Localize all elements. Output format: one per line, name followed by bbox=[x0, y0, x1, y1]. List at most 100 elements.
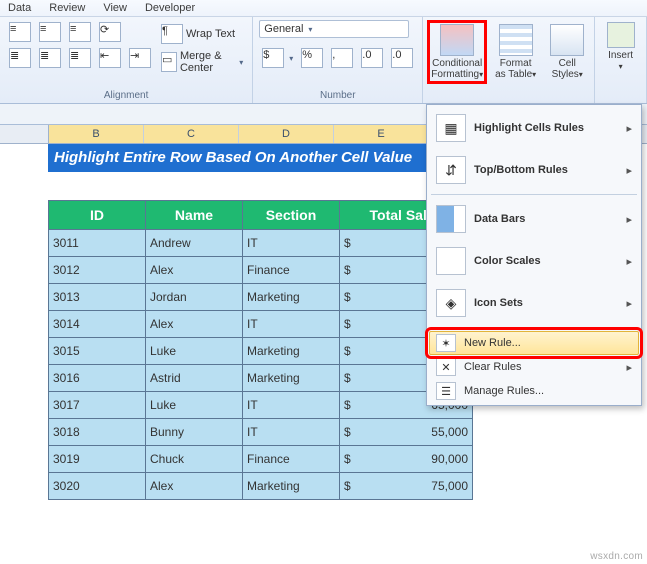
insert-icon bbox=[607, 22, 635, 48]
cell-name[interactable]: Astrid bbox=[146, 365, 243, 392]
orientation-icon[interactable]: ⟳ bbox=[96, 20, 124, 44]
menu-label: Clear Rules bbox=[464, 361, 521, 373]
cell-section[interactable]: IT bbox=[243, 311, 340, 338]
cell-id[interactable]: 3014 bbox=[49, 311, 146, 338]
cell-id[interactable]: 3017 bbox=[49, 392, 146, 419]
top-bottom-icon: ⇵ bbox=[436, 156, 466, 184]
table-header-row: ID Name Section Total Sales bbox=[49, 201, 473, 230]
align-middle-icon[interactable]: ≡ bbox=[36, 20, 64, 44]
cell-styles-button[interactable]: CellStyles▾ bbox=[546, 22, 588, 82]
menu-label: New Rule... bbox=[464, 337, 521, 349]
cell-id[interactable]: 3018 bbox=[49, 419, 146, 446]
cell-id[interactable]: 3020 bbox=[49, 473, 146, 500]
align-left-icon[interactable]: ≣ bbox=[6, 46, 34, 70]
number-format-label: General bbox=[264, 23, 303, 35]
manage-rules-icon: ☰ bbox=[436, 382, 456, 400]
group-title-number: Number bbox=[259, 89, 416, 103]
select-all-corner[interactable] bbox=[0, 125, 49, 143]
cell-id[interactable]: 3016 bbox=[49, 365, 146, 392]
table-row[interactable]: 3019ChuckFinance$90,000 bbox=[49, 446, 473, 473]
menu-clear-rules[interactable]: ✕ Clear Rules ▸ bbox=[429, 355, 639, 379]
menu-icon-sets[interactable]: ◈ Icon Sets ▸ bbox=[429, 282, 639, 324]
menu-highlight-cells-rules[interactable]: ▦ Highlight Cells Rules ▸ bbox=[429, 107, 639, 149]
cell-id[interactable]: 3013 bbox=[49, 284, 146, 311]
table-row[interactable]: 3011AndrewIT$ bbox=[49, 230, 473, 257]
format-as-table-icon bbox=[499, 24, 533, 56]
submenu-arrow-icon: ▸ bbox=[626, 297, 632, 310]
menu-label: Manage Rules... bbox=[464, 385, 544, 397]
ribbon: ≡ ≡ ≡ ⟳ ≣ ≣ ≣ ⇤ ⇥ ¶Wrap Text ▭Me bbox=[0, 17, 647, 104]
tab-review[interactable]: Review bbox=[49, 2, 85, 14]
cell-id[interactable]: 3015 bbox=[49, 338, 146, 365]
col-header-c[interactable]: C bbox=[144, 125, 239, 143]
cell-id[interactable]: 3011 bbox=[49, 230, 146, 257]
color-scales-icon bbox=[436, 247, 466, 275]
comma-icon[interactable]: , bbox=[328, 46, 356, 70]
menu-manage-rules[interactable]: ☰ Manage Rules... bbox=[429, 379, 639, 403]
align-center-icon[interactable]: ≣ bbox=[36, 46, 64, 70]
cell-section[interactable]: IT bbox=[243, 230, 340, 257]
cell-id[interactable]: 3012 bbox=[49, 257, 146, 284]
cell-sales[interactable]: $75,000 bbox=[340, 473, 473, 500]
table-row[interactable]: 3014AlexIT$ bbox=[49, 311, 473, 338]
table-row[interactable]: 3018BunnyIT$55,000 bbox=[49, 419, 473, 446]
merge-center-label: Merge & Center bbox=[180, 50, 234, 74]
conditional-formatting-button[interactable]: ConditionalFormatting▾ bbox=[429, 22, 485, 82]
cell-section[interactable]: Marketing bbox=[243, 284, 340, 311]
table-row[interactable]: 3016AstridMarketing$80,000 bbox=[49, 365, 473, 392]
menu-new-rule[interactable]: ✶ New Rule... bbox=[429, 331, 639, 355]
menu-top-bottom-rules[interactable]: ⇵ Top/Bottom Rules ▸ bbox=[429, 149, 639, 191]
menu-data-bars[interactable]: Data Bars ▸ bbox=[429, 198, 639, 240]
number-format-dropdown[interactable]: General bbox=[259, 20, 409, 38]
col-header-e[interactable]: E bbox=[334, 125, 429, 143]
cell-section[interactable]: Finance bbox=[243, 446, 340, 473]
table-row[interactable]: 3012AlexFinance$ bbox=[49, 257, 473, 284]
cell-name[interactable]: Luke bbox=[146, 392, 243, 419]
wrap-text-button[interactable]: ¶Wrap Text bbox=[158, 22, 246, 46]
cell-id[interactable]: 3019 bbox=[49, 446, 146, 473]
cell-section[interactable]: IT bbox=[243, 392, 340, 419]
col-header-d[interactable]: D bbox=[239, 125, 334, 143]
data-bars-icon bbox=[436, 205, 466, 233]
tab-developer[interactable]: Developer bbox=[145, 2, 195, 14]
increase-indent-icon[interactable]: ⇥ bbox=[126, 46, 154, 70]
cell-section[interactable]: IT bbox=[243, 419, 340, 446]
cell-section[interactable]: Marketing bbox=[243, 338, 340, 365]
cell-section[interactable]: Marketing bbox=[243, 365, 340, 392]
merge-center-button[interactable]: ▭Merge & Center bbox=[158, 48, 246, 76]
currency-icon[interactable]: $ bbox=[259, 46, 296, 70]
cell-name[interactable]: Alex bbox=[146, 311, 243, 338]
increase-decimal-icon[interactable]: .0 bbox=[358, 46, 386, 70]
menu-color-scales[interactable]: Color Scales ▸ bbox=[429, 240, 639, 282]
cell-name[interactable]: Chuck bbox=[146, 446, 243, 473]
cell-section[interactable]: Marketing bbox=[243, 473, 340, 500]
cell-name[interactable]: Bunny bbox=[146, 419, 243, 446]
col-header-b[interactable]: B bbox=[49, 125, 144, 143]
cell-name[interactable]: Jordan bbox=[146, 284, 243, 311]
ribbon-tabs: Data Review View Developer bbox=[0, 0, 647, 17]
wrap-text-label: Wrap Text bbox=[186, 28, 235, 40]
table-row[interactable]: 3020AlexMarketing$75,000 bbox=[49, 473, 473, 500]
tab-view[interactable]: View bbox=[103, 2, 127, 14]
cell-section[interactable]: Finance bbox=[243, 257, 340, 284]
watermark: wsxdn.com bbox=[590, 551, 643, 562]
cell-name[interactable]: Alex bbox=[146, 473, 243, 500]
percent-icon[interactable]: % bbox=[298, 46, 326, 70]
cell-name[interactable]: Alex bbox=[146, 257, 243, 284]
tab-data[interactable]: Data bbox=[8, 2, 31, 14]
cell-name[interactable]: Andrew bbox=[146, 230, 243, 257]
table-row[interactable]: 3017LukeIT$65,000 bbox=[49, 392, 473, 419]
cell-sales[interactable]: $90,000 bbox=[340, 446, 473, 473]
cell-sales[interactable]: $55,000 bbox=[340, 419, 473, 446]
table-row[interactable]: 3015LukeMarketing$ bbox=[49, 338, 473, 365]
table-row[interactable]: 3013JordanMarketing$ bbox=[49, 284, 473, 311]
align-top-icon[interactable]: ≡ bbox=[6, 20, 34, 44]
insert-button[interactable]: Insert▾ bbox=[603, 20, 639, 74]
align-bottom-icon[interactable]: ≡ bbox=[66, 20, 94, 44]
cell-name[interactable]: Luke bbox=[146, 338, 243, 365]
menu-label: Icon Sets bbox=[474, 297, 523, 309]
format-as-table-button[interactable]: Formatas Table▾ bbox=[491, 22, 540, 82]
decrease-decimal-icon[interactable]: .0 bbox=[388, 46, 416, 70]
decrease-indent-icon[interactable]: ⇤ bbox=[96, 46, 124, 70]
align-right-icon[interactable]: ≣ bbox=[66, 46, 94, 70]
